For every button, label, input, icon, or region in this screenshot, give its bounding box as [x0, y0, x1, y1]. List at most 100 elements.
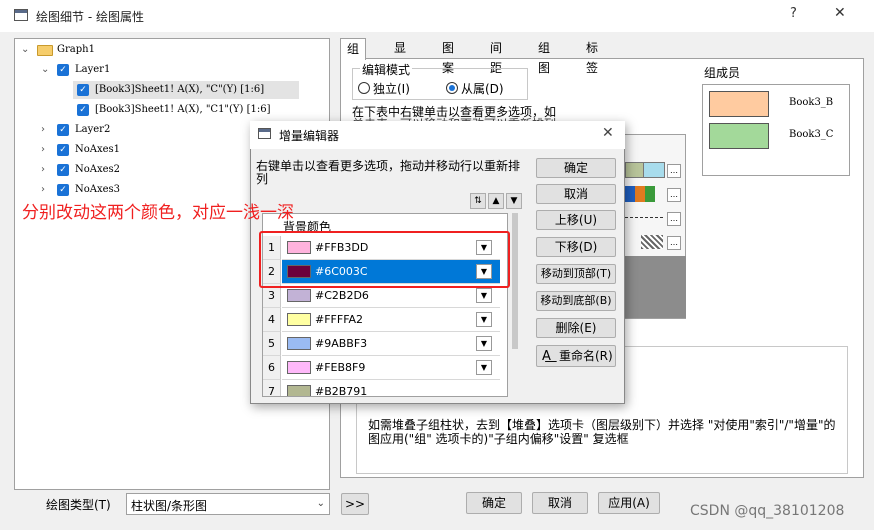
apply-button[interactable]: 应用(A)	[598, 492, 660, 514]
grid-row[interactable]: 7 #B2B791	[263, 380, 507, 397]
tab-pattern[interactable]: 图案	[436, 38, 460, 75]
color-cell[interactable]: #B2B791	[282, 380, 500, 397]
collapse-icon[interactable]: ⌄	[21, 41, 29, 59]
radio-icon[interactable]	[358, 82, 370, 94]
move-up-icon[interactable]: ▲	[488, 193, 504, 209]
plot-type-label: 绘图类型(T)	[46, 498, 111, 512]
rename-label: 重命名(R)	[559, 349, 613, 363]
checkbox-icon[interactable]: ✓	[57, 124, 69, 136]
member-label: Book3_B	[789, 97, 834, 108]
radio-label: 从属(D)	[461, 82, 504, 96]
dialog-description: 右键单击以查看更多选项，拖动并移动行以重新排列	[256, 159, 521, 186]
annotation-highlight	[259, 231, 510, 288]
tab-group[interactable]: 组	[340, 38, 367, 60]
row-number: 6	[263, 356, 281, 380]
checkbox-icon[interactable]: ✓	[77, 84, 89, 96]
move-down-icon[interactable]: ▼	[506, 193, 522, 209]
color-cell[interactable]: #FEB8F9 ▼	[282, 356, 500, 380]
move-down-button[interactable]: 下移(D)	[536, 237, 616, 257]
checkbox-icon[interactable]: ✓	[57, 64, 69, 76]
grid-row[interactable]: 4 #FFFFA2 ▼	[263, 308, 507, 332]
annotation-text: 分别改动这两个颜色，对应一浅一深	[22, 203, 294, 223]
more-icon[interactable]: …	[667, 164, 681, 178]
close-icon[interactable]: ✕	[834, 5, 846, 21]
grid-row[interactable]: 5 #9ABBF3 ▼	[263, 332, 507, 356]
row-number: 7	[263, 380, 281, 396]
expand-icon[interactable]: ›	[41, 161, 45, 179]
more-icon[interactable]: …	[667, 236, 681, 250]
more-icon[interactable]: …	[667, 188, 681, 202]
swatch	[635, 186, 645, 202]
tree-item-plot2[interactable]: ✓ [Book3]Sheet1! A(X), "C1"(Y) [1:6]	[73, 101, 313, 119]
member-swatch-b[interactable]	[709, 91, 769, 117]
dialog-cancel-button[interactable]: 取消	[536, 184, 616, 204]
app-icon	[14, 9, 28, 21]
color-swatch	[287, 289, 311, 302]
color-swatch	[287, 313, 311, 326]
checkbox-icon[interactable]: ✓	[57, 164, 69, 176]
checkbox-icon[interactable]: ✓	[57, 184, 69, 196]
chevron-down-icon[interactable]: ▼	[476, 360, 492, 375]
expand-icon[interactable]: ›	[41, 141, 45, 159]
chevron-down-icon[interactable]: ▼	[476, 312, 492, 327]
expand-icon[interactable]: ›	[41, 121, 45, 139]
members-label: 组成员	[704, 66, 741, 80]
tab-display[interactable]: 显示	[388, 38, 412, 75]
more-button[interactable]: >>	[341, 493, 369, 515]
color-swatch	[287, 385, 311, 396]
delete-button[interactable]: 删除(E)	[536, 318, 616, 338]
swatch	[645, 186, 655, 202]
dialog-icon	[258, 128, 271, 139]
tab-group-plot[interactable]: 组图	[532, 38, 556, 75]
window-title: 绘图细节 - 绘图属性	[36, 10, 144, 24]
plot-type-value: 柱状图/条形图	[131, 499, 208, 513]
chevron-down-icon[interactable]: ▼	[476, 336, 492, 351]
chevron-down-icon[interactable]: ▼	[476, 288, 492, 303]
collapse-icon[interactable]: ⌄	[41, 61, 49, 79]
tree-item-layer1[interactable]: ⌄ ✓ Layer1	[15, 61, 315, 79]
tree-item-graph[interactable]: ⌄ Graph1	[15, 41, 315, 59]
plot-type-select[interactable]: 柱状图/条形图 ⌄	[126, 493, 330, 515]
tab-label[interactable]: 标签	[580, 38, 604, 75]
line-style-icon	[625, 217, 663, 218]
color-hex: #C2B2D6	[315, 289, 369, 302]
dialog-ok-button[interactable]: 确定	[536, 158, 616, 178]
members-list: Book3_B Book3_C	[702, 84, 850, 176]
ok-button[interactable]: 确定	[466, 492, 522, 514]
swatch	[625, 186, 635, 202]
dialog-title: 增量编辑器	[279, 129, 340, 143]
rename-button[interactable]: A͟ 重命名(R)	[536, 345, 616, 367]
tree-label: NoAxes2	[75, 164, 121, 175]
move-up-button[interactable]: 上移(U)	[536, 210, 616, 230]
close-icon[interactable]: ✕	[602, 125, 614, 141]
help-button[interactable]: ?	[790, 6, 797, 21]
color-hex: #B2B791	[315, 385, 368, 397]
tree-label: [Book3]Sheet1! A(X), "C"(Y) [1:6]	[95, 84, 265, 95]
member-swatch-c[interactable]	[709, 123, 769, 149]
checkbox-icon[interactable]: ✓	[77, 104, 89, 116]
chevron-down-icon: ⌄	[316, 498, 325, 509]
move-bottom-button[interactable]: 移动到底部(B)	[536, 291, 616, 311]
color-swatch	[287, 337, 311, 350]
color-cell[interactable]: #FFFFA2 ▼	[282, 308, 500, 332]
grid-row[interactable]: 6 #FEB8F9 ▼	[263, 356, 507, 380]
sort-icon[interactable]: ⇅	[470, 193, 486, 209]
tab-spacing[interactable]: 间距	[484, 38, 508, 75]
swatch	[643, 162, 665, 178]
grid-scroll-thumb[interactable]	[512, 213, 518, 349]
color-hex: #FEB8F9	[315, 361, 366, 374]
color-swatch	[287, 361, 311, 374]
color-cell[interactable]: #9ABBF3 ▼	[282, 332, 500, 356]
radio-label: 独立(I)	[373, 82, 410, 96]
move-top-button[interactable]: 移动到顶部(T)	[536, 264, 616, 284]
checkbox-icon[interactable]: ✓	[57, 144, 69, 156]
pattern-icon	[641, 235, 663, 249]
tree-label: [Book3]Sheet1! A(X), "C1"(Y) [1:6]	[95, 104, 271, 115]
radio-icon[interactable]	[446, 82, 458, 94]
watermark: CSDN @qq_38101208	[690, 503, 845, 519]
cancel-button[interactable]: 取消	[532, 492, 588, 514]
row-number: 5	[263, 332, 281, 356]
tree-item-plot1[interactable]: ✓ [Book3]Sheet1! A(X), "C"(Y) [1:6]	[73, 81, 299, 99]
more-icon[interactable]: …	[667, 212, 681, 226]
expand-icon[interactable]: ›	[41, 181, 45, 199]
